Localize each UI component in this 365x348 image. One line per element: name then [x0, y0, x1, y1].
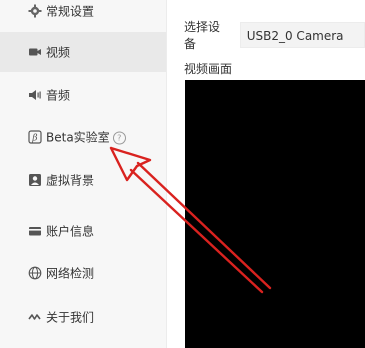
portrait-icon [28, 173, 42, 187]
sidebar-item-label-with-help: Beta实验室? [46, 129, 126, 146]
video-preview [185, 80, 365, 348]
sidebar-item-label: 关于我们 [46, 310, 95, 325]
speaker-icon [28, 88, 42, 102]
sidebar-item-account[interactable]: 账户信息 [0, 211, 166, 251]
svg-text:β: β [31, 134, 37, 144]
sidebar-item-audio[interactable]: 音频 [0, 75, 166, 115]
device-label: 选择设备 [184, 20, 221, 51]
video-settings-panel: 选择设备 USB2_0 Camera 视频画面 [167, 0, 365, 348]
sidebar-item-label: 虚拟背景 [46, 173, 95, 188]
sidebar-item-label: Beta实验室 [46, 130, 110, 145]
sidebar-item-virtual-background[interactable]: 虚拟背景 [0, 160, 166, 200]
sidebar-item-label: 网络检测 [46, 266, 95, 281]
sidebar-item-label: 音频 [46, 88, 71, 103]
preview-label: 视频画面 [184, 62, 233, 76]
sidebar-item-beta-lab[interactable]: β Beta实验室? [0, 117, 166, 157]
sidebar-item-label: 账户信息 [46, 224, 95, 239]
globe-icon [28, 266, 42, 280]
beta-icon: β [28, 130, 42, 144]
device-row: 选择设备 USB2_0 Camera [184, 18, 365, 52]
sidebar-item-label: 视频 [46, 45, 71, 60]
sidebar-item-label: 常规设置 [46, 4, 95, 19]
sidebar-item-network-test[interactable]: 网络检测 [0, 253, 166, 293]
video-camera-icon [28, 45, 42, 59]
device-select[interactable]: USB2_0 Camera [239, 22, 365, 48]
sidebar-item-video[interactable]: 视频 [0, 32, 166, 72]
help-icon[interactable]: ? [112, 131, 126, 145]
sidebar-item-about[interactable]: 关于我们 [0, 297, 166, 337]
gear-icon [28, 4, 42, 18]
settings-sidebar: 常规设置 视频 音频 β Beta实验室? 虚拟背景 账户信息 网络检测 关于我… [0, 0, 167, 348]
card-icon [28, 224, 42, 238]
sidebar-item-general[interactable]: 常规设置 [0, 0, 166, 31]
wave-icon [28, 310, 42, 324]
